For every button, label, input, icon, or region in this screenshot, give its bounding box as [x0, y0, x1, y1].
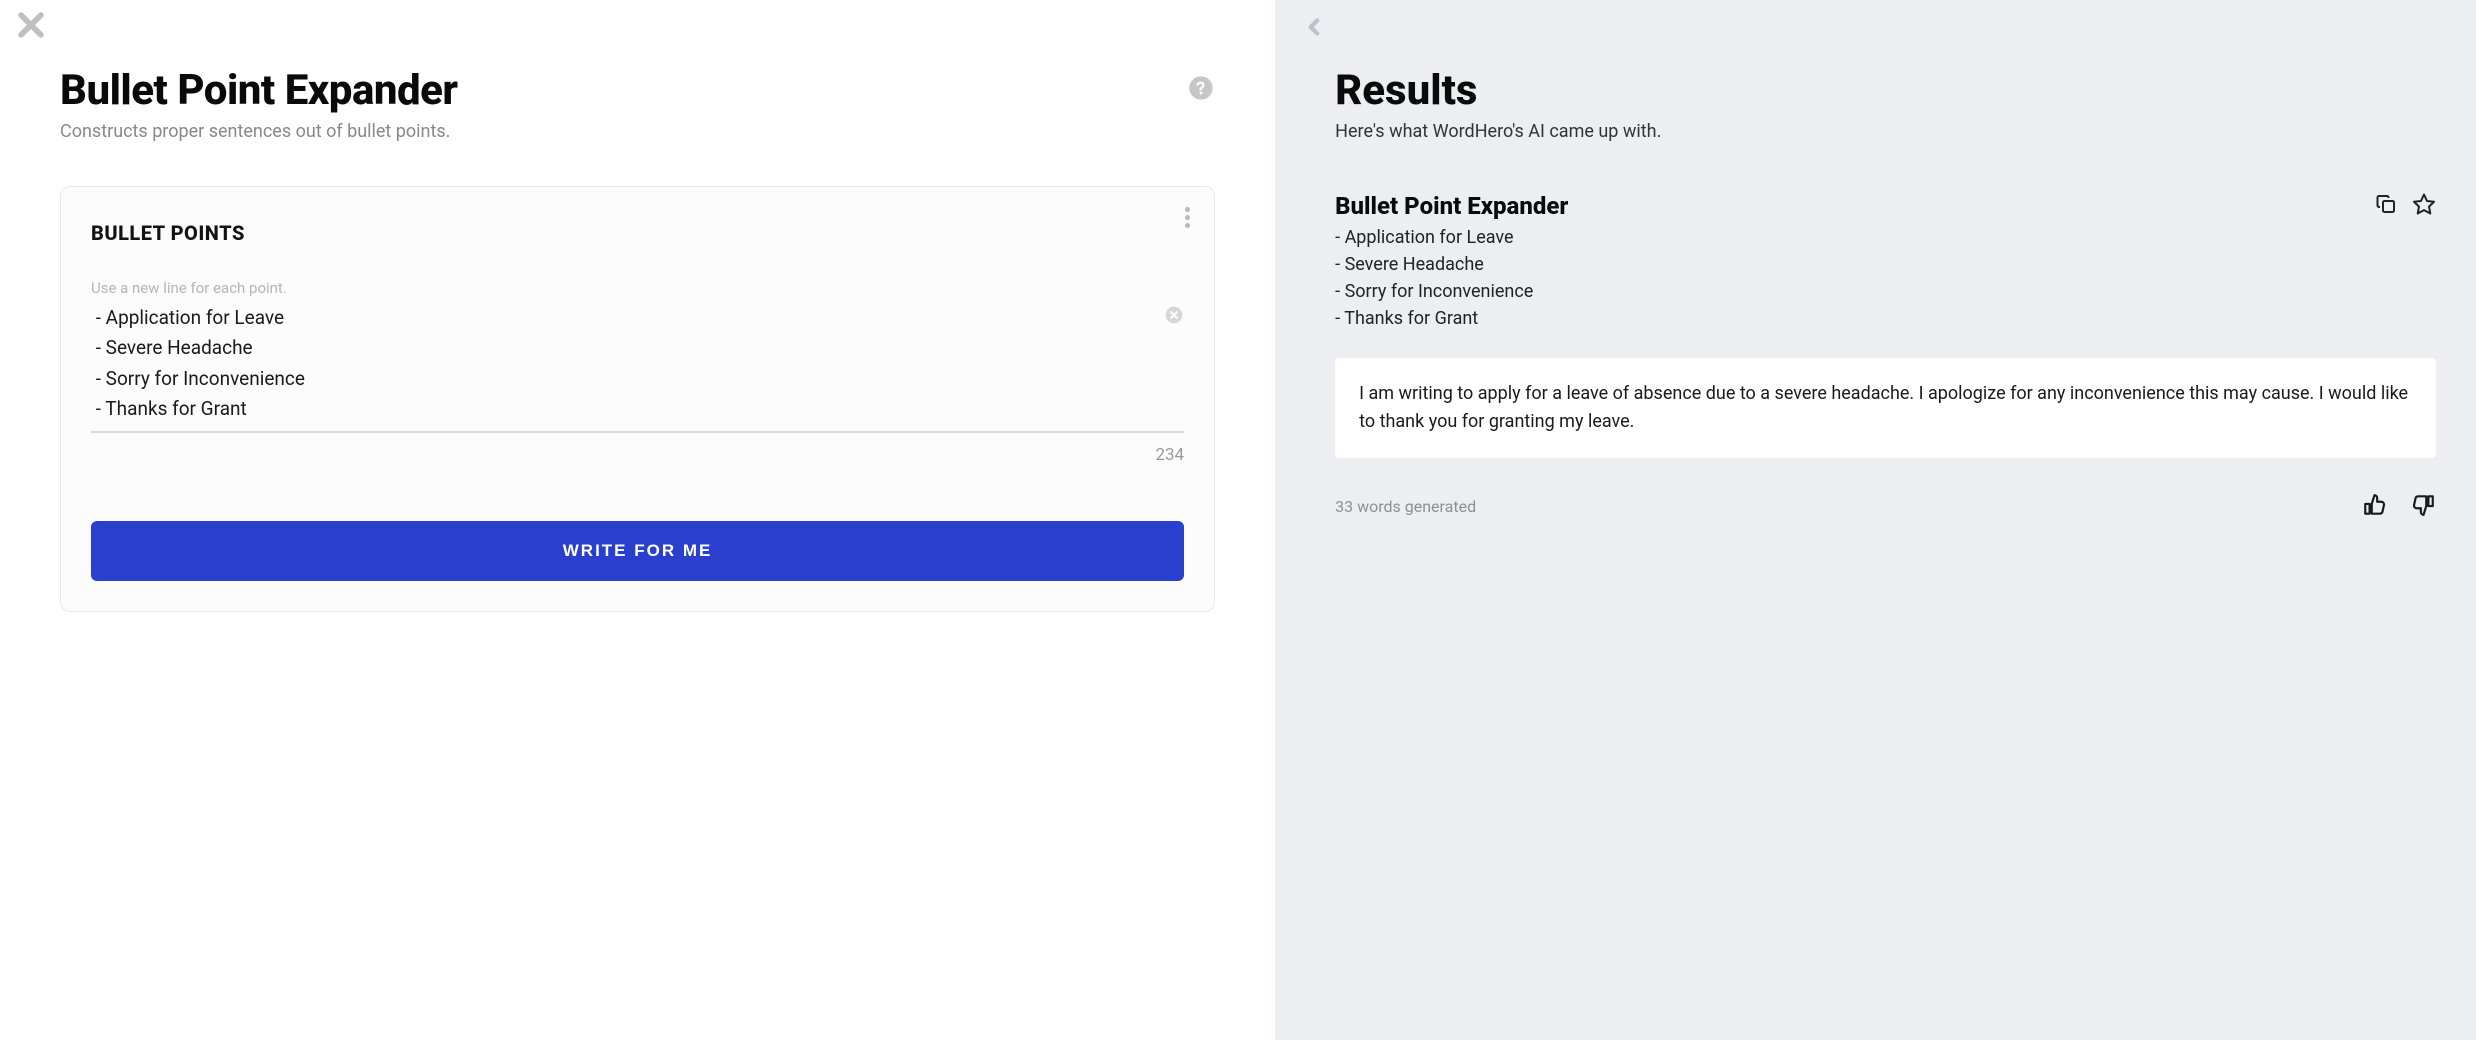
list-item: - Severe Headache [1335, 251, 2436, 278]
kebab-menu-icon[interactable] [1179, 201, 1196, 234]
result-output: I am writing to apply for a leave of abs… [1335, 358, 2436, 458]
results-title: Results [1335, 66, 2436, 115]
help-icon[interactable] [1187, 74, 1215, 106]
copy-icon[interactable] [2374, 192, 2398, 220]
result-tool-name: Bullet Point Expander [1335, 192, 1568, 220]
clear-input-icon[interactable] [1164, 305, 1184, 329]
list-item: - Application for Leave [1335, 224, 2436, 251]
results-subtitle: Here's what WordHero's AI came up with. [1335, 121, 2436, 142]
input-card: BULLET POINTS Use a new line for each po… [60, 186, 1215, 612]
write-for-me-button[interactable]: WRITE FOR ME [91, 521, 1184, 581]
page-title: Bullet Point Expander [60, 66, 458, 115]
bullet-points-input[interactable] [91, 303, 1184, 433]
field-label: BULLET POINTS [91, 221, 1184, 245]
field-hint: Use a new line for each point. [91, 279, 1184, 297]
close-icon[interactable] [14, 8, 48, 46]
thumbs-up-icon[interactable] [2362, 492, 2388, 522]
result-input-echo: - Application for Leave - Severe Headach… [1335, 224, 2436, 332]
back-icon[interactable] [1301, 14, 1327, 44]
list-item: - Thanks for Grant [1335, 305, 2436, 332]
page-subtitle: Constructs proper sentences out of bulle… [60, 121, 458, 142]
char-counter: 234 [91, 445, 1184, 465]
generated-count: 33 words generated [1335, 497, 1476, 516]
thumbs-down-icon[interactable] [2410, 492, 2436, 522]
list-item: - Sorry for Inconvenience [1335, 278, 2436, 305]
star-icon[interactable] [2412, 192, 2436, 220]
